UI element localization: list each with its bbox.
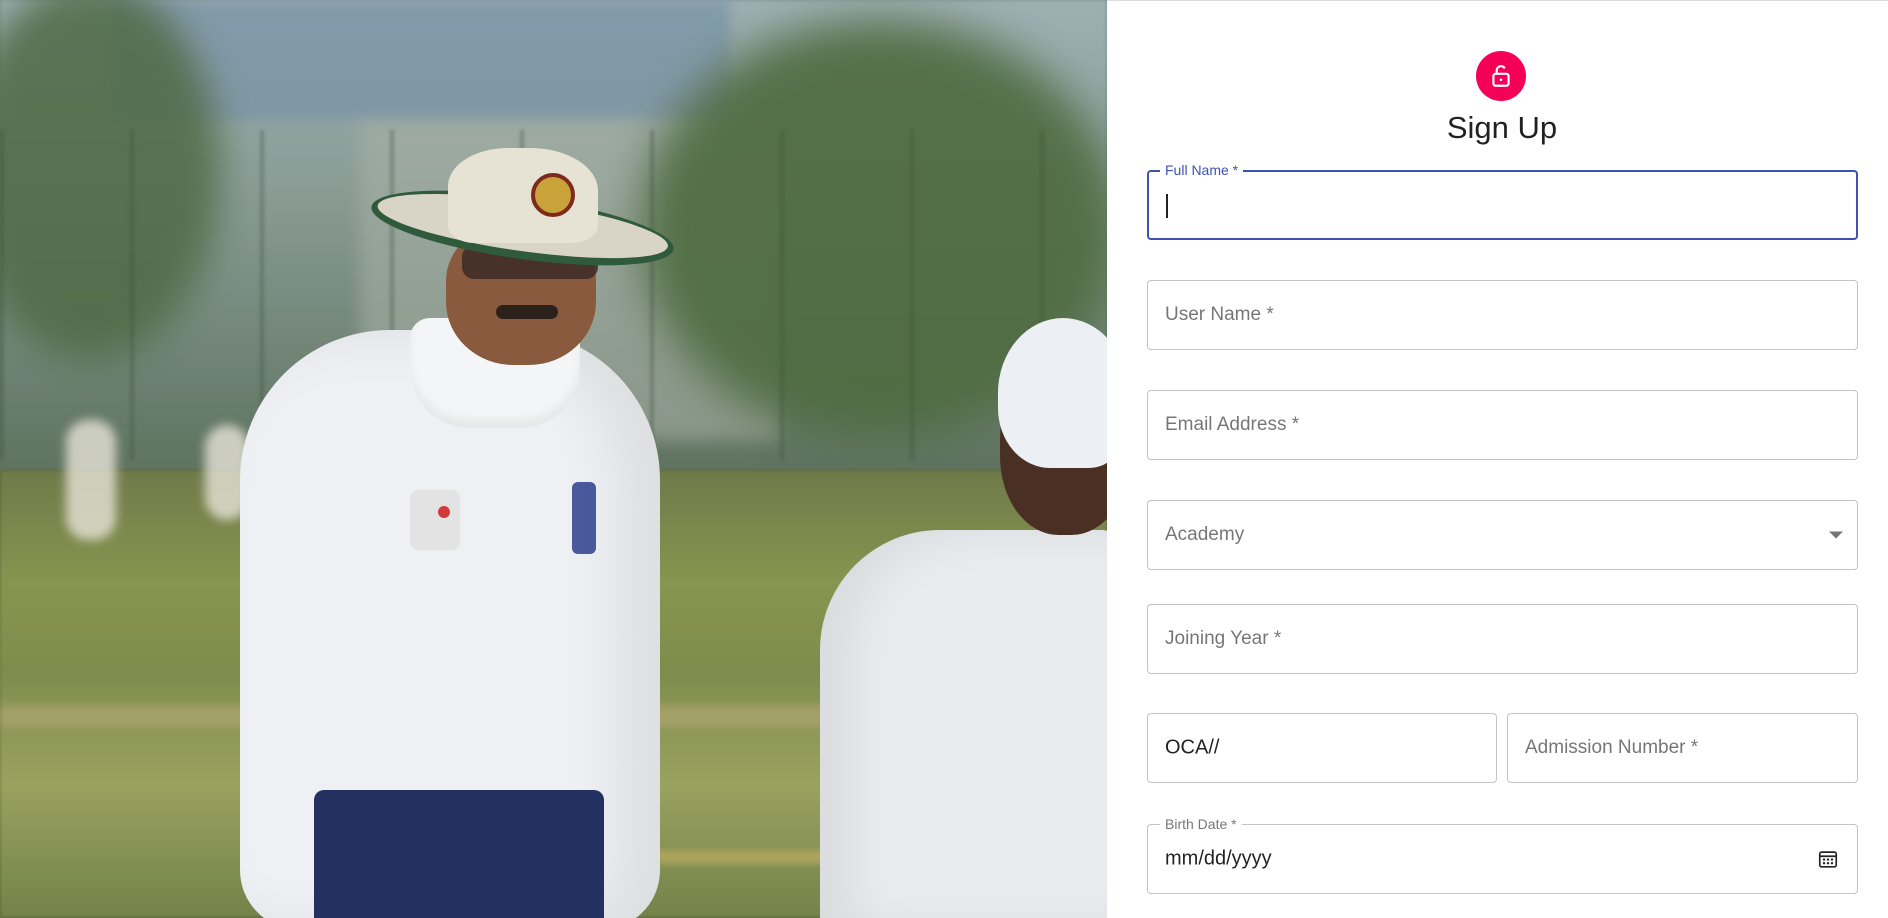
lock-open-icon <box>1476 51 1526 101</box>
birth-date-label: Birth Date * <box>1160 816 1242 832</box>
user-name-field[interactable]: User Name * <box>1147 280 1858 350</box>
user-name-placeholder: User Name * <box>1165 304 1274 325</box>
joining-year-field[interactable]: Joining Year * <box>1147 604 1858 674</box>
admission-number-field[interactable]: Admission Number * <box>1507 713 1858 783</box>
email-field[interactable]: Email Address * <box>1147 390 1858 460</box>
joining-year-placeholder: Joining Year * <box>1165 628 1282 649</box>
chevron-down-icon[interactable] <box>1829 531 1843 539</box>
full-name-label: Full Name * <box>1160 162 1244 178</box>
admission-prefix-field[interactable]: OCA// <box>1147 713 1497 783</box>
admission-number-placeholder: Admission Number * <box>1525 737 1699 758</box>
calendar-icon[interactable] <box>1817 848 1839 870</box>
birth-date-field[interactable]: Birth Date * mm/dd/yyyy <box>1147 816 1858 894</box>
hero-photo <box>0 0 1107 918</box>
academy-select[interactable]: Academy <box>1147 500 1858 570</box>
player-figure <box>820 530 1107 918</box>
text-cursor <box>1166 194 1168 218</box>
birth-date-value: mm/dd/yyyy <box>1165 847 1272 870</box>
admission-prefix-value: OCA// <box>1165 736 1220 759</box>
full-name-field[interactable]: Full Name * <box>1147 162 1858 240</box>
academy-placeholder: Academy <box>1165 524 1245 545</box>
page-title: Sign Up <box>1446 110 1558 145</box>
email-placeholder: Email Address * <box>1165 414 1300 435</box>
